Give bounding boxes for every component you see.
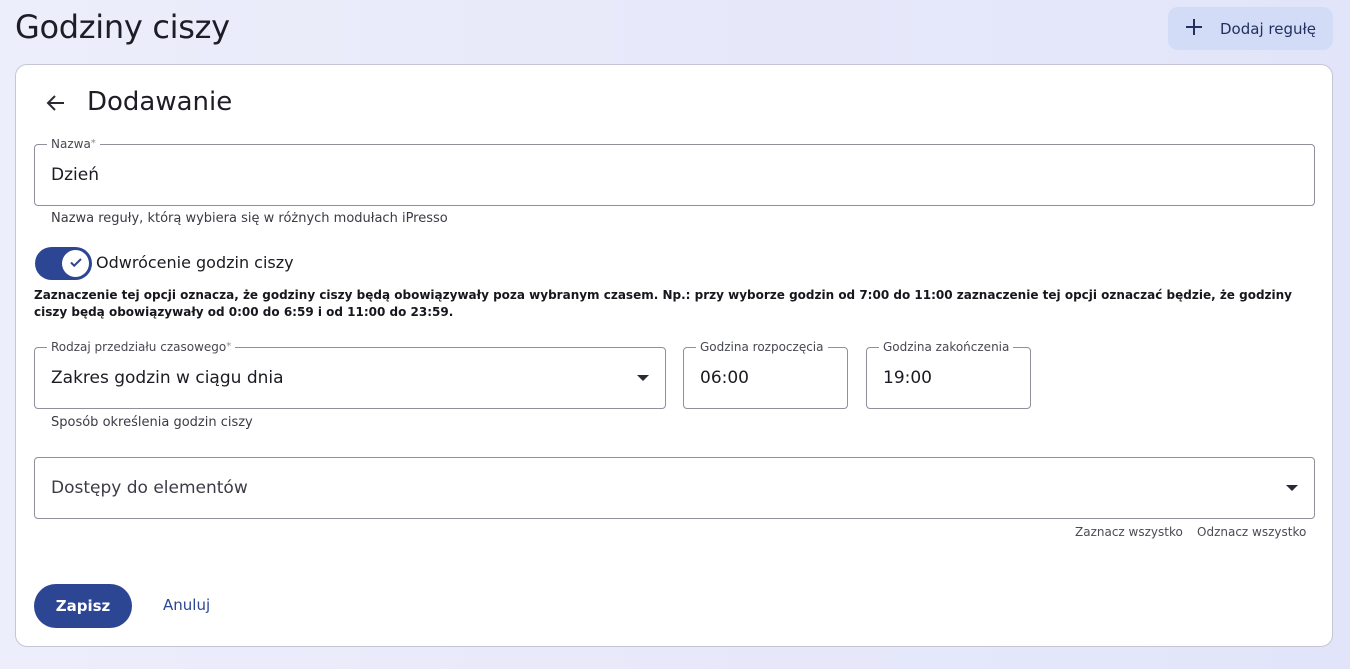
invert-toggle-label: Odwrócenie godzin ciszy [96, 253, 294, 272]
arrow-left-icon[interactable] [44, 91, 68, 115]
form-card: Dodawanie Nazwa* Dzień Nazwa reguły, któ… [15, 64, 1333, 647]
check-icon [68, 254, 84, 274]
interval-type-label: Rodzaj przedziału czasowego* [47, 339, 236, 355]
access-select[interactable]: Dostępy do elementów [34, 457, 1315, 519]
cancel-button[interactable]: Anuluj [163, 596, 210, 614]
toggle-knob [62, 250, 89, 277]
name-field-label: Nazwa* [47, 136, 100, 152]
start-time-label: Godzina rozpoczęcia [696, 339, 828, 355]
start-time-value: 06:00 [700, 368, 749, 388]
end-time-value: 19:00 [883, 368, 932, 388]
plus-icon [1184, 17, 1204, 41]
end-time-field[interactable]: Godzina zakończenia 19:00 [866, 339, 1031, 409]
caret-down-icon [1286, 485, 1298, 491]
name-field[interactable]: Nazwa* Dzień [34, 136, 1315, 206]
end-time-label: Godzina zakończenia [879, 339, 1014, 355]
caret-down-icon [637, 375, 649, 381]
interval-type-select[interactable]: Rodzaj przedziału czasowego* Zakres godz… [34, 339, 666, 409]
deselect-all-link[interactable]: Odznacz wszystko [1197, 525, 1306, 539]
add-rule-button[interactable]: Dodaj regułę [1168, 7, 1333, 50]
card-title: Dodawanie [87, 87, 233, 117]
interval-type-value: Zakres godzin w ciągu dnia [51, 368, 284, 388]
select-all-link[interactable]: Zaznacz wszystko [1075, 525, 1183, 539]
start-time-field[interactable]: Godzina rozpoczęcia 06:00 [683, 339, 848, 409]
access-select-placeholder: Dostępy do elementów [51, 478, 248, 498]
save-button[interactable]: Zapisz [34, 584, 132, 628]
interval-type-hint: Sposób określenia godzin ciszy [51, 415, 253, 430]
page-title: Godziny ciszy [15, 8, 230, 46]
invert-toggle[interactable] [35, 247, 92, 280]
name-field-value: Dzień [51, 165, 99, 185]
name-hint: Nazwa reguły, którą wybiera się w różnyc… [51, 211, 448, 226]
add-rule-label: Dodaj regułę [1220, 19, 1316, 38]
invert-toggle-description: Zaznaczenie tej opcji oznacza, że godzin… [34, 288, 1293, 319]
